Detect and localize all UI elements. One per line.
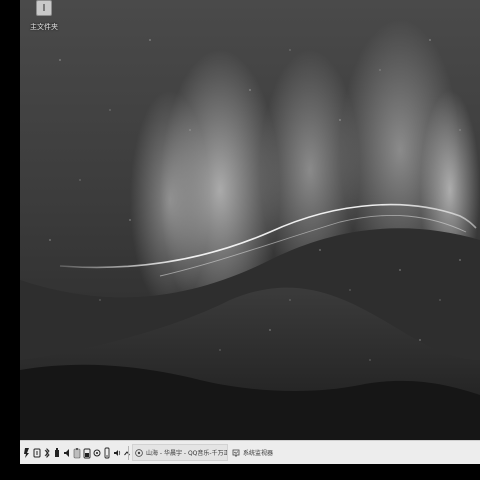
qq-music-icon: [135, 448, 143, 457]
desktop-icon-home-folder[interactable]: 主文件夹: [28, 0, 60, 32]
user-switch-icon[interactable]: [22, 446, 32, 460]
bottom-black-strip: [20, 464, 480, 480]
desktop-area[interactable]: 主文件夹: [20, 0, 480, 440]
system-monitor-icon: [232, 449, 240, 456]
aurora-wallpaper: [20, 0, 480, 440]
home-folder-icon: [36, 0, 52, 16]
desktop-icon-label: 主文件夹: [30, 23, 58, 31]
phone-icon[interactable]: [102, 446, 112, 460]
taskbar-separator: [128, 446, 129, 460]
speaker-icon[interactable]: [112, 446, 122, 460]
task-system-monitor[interactable]: 系统监视器: [230, 444, 322, 461]
task-label: 山海 - 华晨宇 - QQ音乐-千万正版音乐: [146, 450, 227, 457]
left-black-strip: [0, 0, 20, 480]
usb-icon[interactable]: [52, 446, 62, 460]
taskbar: 山海 - 华晨宇 - QQ音乐-千万正版音乐 系统监视器: [20, 440, 480, 464]
bluetooth-icon[interactable]: [42, 446, 52, 460]
task-qq-music[interactable]: 山海 - 华晨宇 - QQ音乐-千万正版音乐: [132, 444, 228, 461]
system-tray: [22, 445, 142, 461]
settings-icon[interactable]: [92, 446, 102, 460]
clipboard-icon[interactable]: [72, 446, 82, 460]
chevron-up-icon[interactable]: [122, 446, 132, 460]
keyboard-icon[interactable]: [32, 446, 42, 460]
volume-icon[interactable]: [62, 446, 72, 460]
battery-icon[interactable]: [82, 446, 92, 460]
task-label: 系统监视器: [243, 450, 274, 457]
